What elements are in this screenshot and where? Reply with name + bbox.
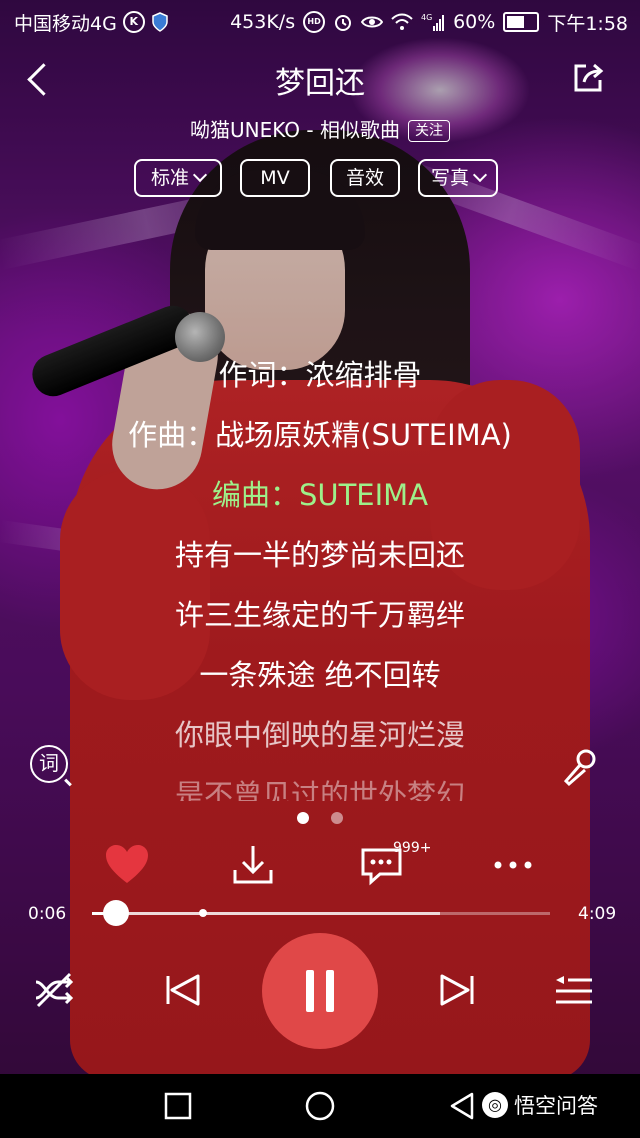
next-track-icon[interactable] <box>430 962 486 1018</box>
karaoke-microphone-icon[interactable] <box>558 745 602 789</box>
pause-icon-bar <box>306 970 314 1012</box>
more-options-icon[interactable] <box>488 840 538 890</box>
lyric-line: 一条殊途 绝不回转 <box>199 658 441 692</box>
alarm-icon <box>335 15 352 31</box>
pause-button[interactable] <box>262 933 378 1049</box>
lyrics-toggle-icon[interactable]: 词 <box>30 745 68 783</box>
status-bar: 中国移动4G K 453K/s HD 4G 60% 下午1:58 <box>0 0 640 44</box>
progress-track[interactable] <box>92 912 550 915</box>
mv-button[interactable]: MV <box>240 159 310 197</box>
page-indicator <box>0 809 640 828</box>
lyrics-panel[interactable]: 作词：浓缩排骨 作曲：战场原妖精(SUTEIMA) 编曲：SUTEIMA 持有一… <box>0 345 640 801</box>
battery-percent: 60% <box>453 11 496 33</box>
total-duration: 4:09 <box>578 904 617 924</box>
quality-dropdown[interactable]: 标准 <box>134 159 222 197</box>
watermark-text: 悟空问答 <box>514 1094 598 1118</box>
previous-track-icon[interactable] <box>154 962 210 1018</box>
photo-dropdown[interactable]: 写真 <box>418 159 498 197</box>
signal-icon: 4G <box>421 13 445 31</box>
lyric-line: 是不曾见过的世外梦幻 <box>174 778 465 801</box>
sound-effects-label: 音效 <box>345 167 384 189</box>
sound-effects-button[interactable]: 音效 <box>330 159 400 197</box>
download-icon[interactable] <box>228 840 278 890</box>
played-bar <box>92 912 103 915</box>
lyric-line: 许三生缘定的千万羁绊 <box>174 598 465 632</box>
lyric-line: 持有一半的梦尚未回还 <box>174 538 465 572</box>
svg-text:4G: 4G <box>421 13 432 22</box>
buffer-bar <box>92 912 441 915</box>
watermark: ◎ 悟空问答 <box>482 1090 598 1120</box>
follow-button[interactable]: 关注 <box>407 120 450 142</box>
lyric-line: 你眼中倒映的星河烂漫 <box>174 718 465 752</box>
chevron-down-icon <box>472 167 488 183</box>
share-icon[interactable] <box>570 60 606 96</box>
clock: 下午1:58 <box>547 12 628 35</box>
highlight-marker <box>199 909 207 917</box>
shuffle-off-icon[interactable] <box>26 962 82 1018</box>
battery-icon <box>503 12 540 32</box>
lyric-line: 作词：浓缩排骨 <box>218 358 422 392</box>
comment-count-badge: 999+ <box>393 840 432 856</box>
carrier-label: 中国移动4G <box>14 12 117 35</box>
network-speed: 453K/s <box>230 11 296 33</box>
option-chips: 标准 MV 音效 写真 <box>0 159 640 201</box>
lyric-line-current: 编曲：SUTEIMA <box>211 478 429 512</box>
heart-icon[interactable] <box>102 840 152 890</box>
hd-voice-icon: HD <box>303 11 326 33</box>
artist-similar-songs-link[interactable]: 呦猫UNEKO - 相似歌曲 <box>190 118 400 142</box>
recent-apps-icon[interactable] <box>162 1090 194 1122</box>
quality-label: 标准 <box>150 167 189 189</box>
song-title: 梦回还 <box>275 66 365 101</box>
page-dot <box>331 812 343 824</box>
mv-label: MV <box>260 167 290 189</box>
pause-icon-bar <box>326 970 334 1012</box>
lyric-line: 作曲：战场原妖精(SUTEIMA) <box>128 418 512 452</box>
home-icon[interactable] <box>304 1090 336 1122</box>
page-dot-active <box>297 812 309 824</box>
eye-icon <box>361 16 384 28</box>
carrier-badge-icon: K <box>122 11 145 33</box>
playlist-icon[interactable] <box>546 962 602 1018</box>
wukong-logo-icon: ◎ <box>482 1092 508 1118</box>
seek-handle[interactable] <box>102 900 129 926</box>
artist-line: 呦猫UNEKO - 相似歌曲 关注 <box>0 114 640 143</box>
back-nav-icon[interactable] <box>446 1090 478 1122</box>
shield-icon <box>152 12 168 32</box>
elapsed-time: 0:06 <box>28 904 67 924</box>
wifi-icon <box>391 13 413 30</box>
photo-label: 写真 <box>430 167 469 189</box>
chevron-down-icon <box>192 167 208 183</box>
